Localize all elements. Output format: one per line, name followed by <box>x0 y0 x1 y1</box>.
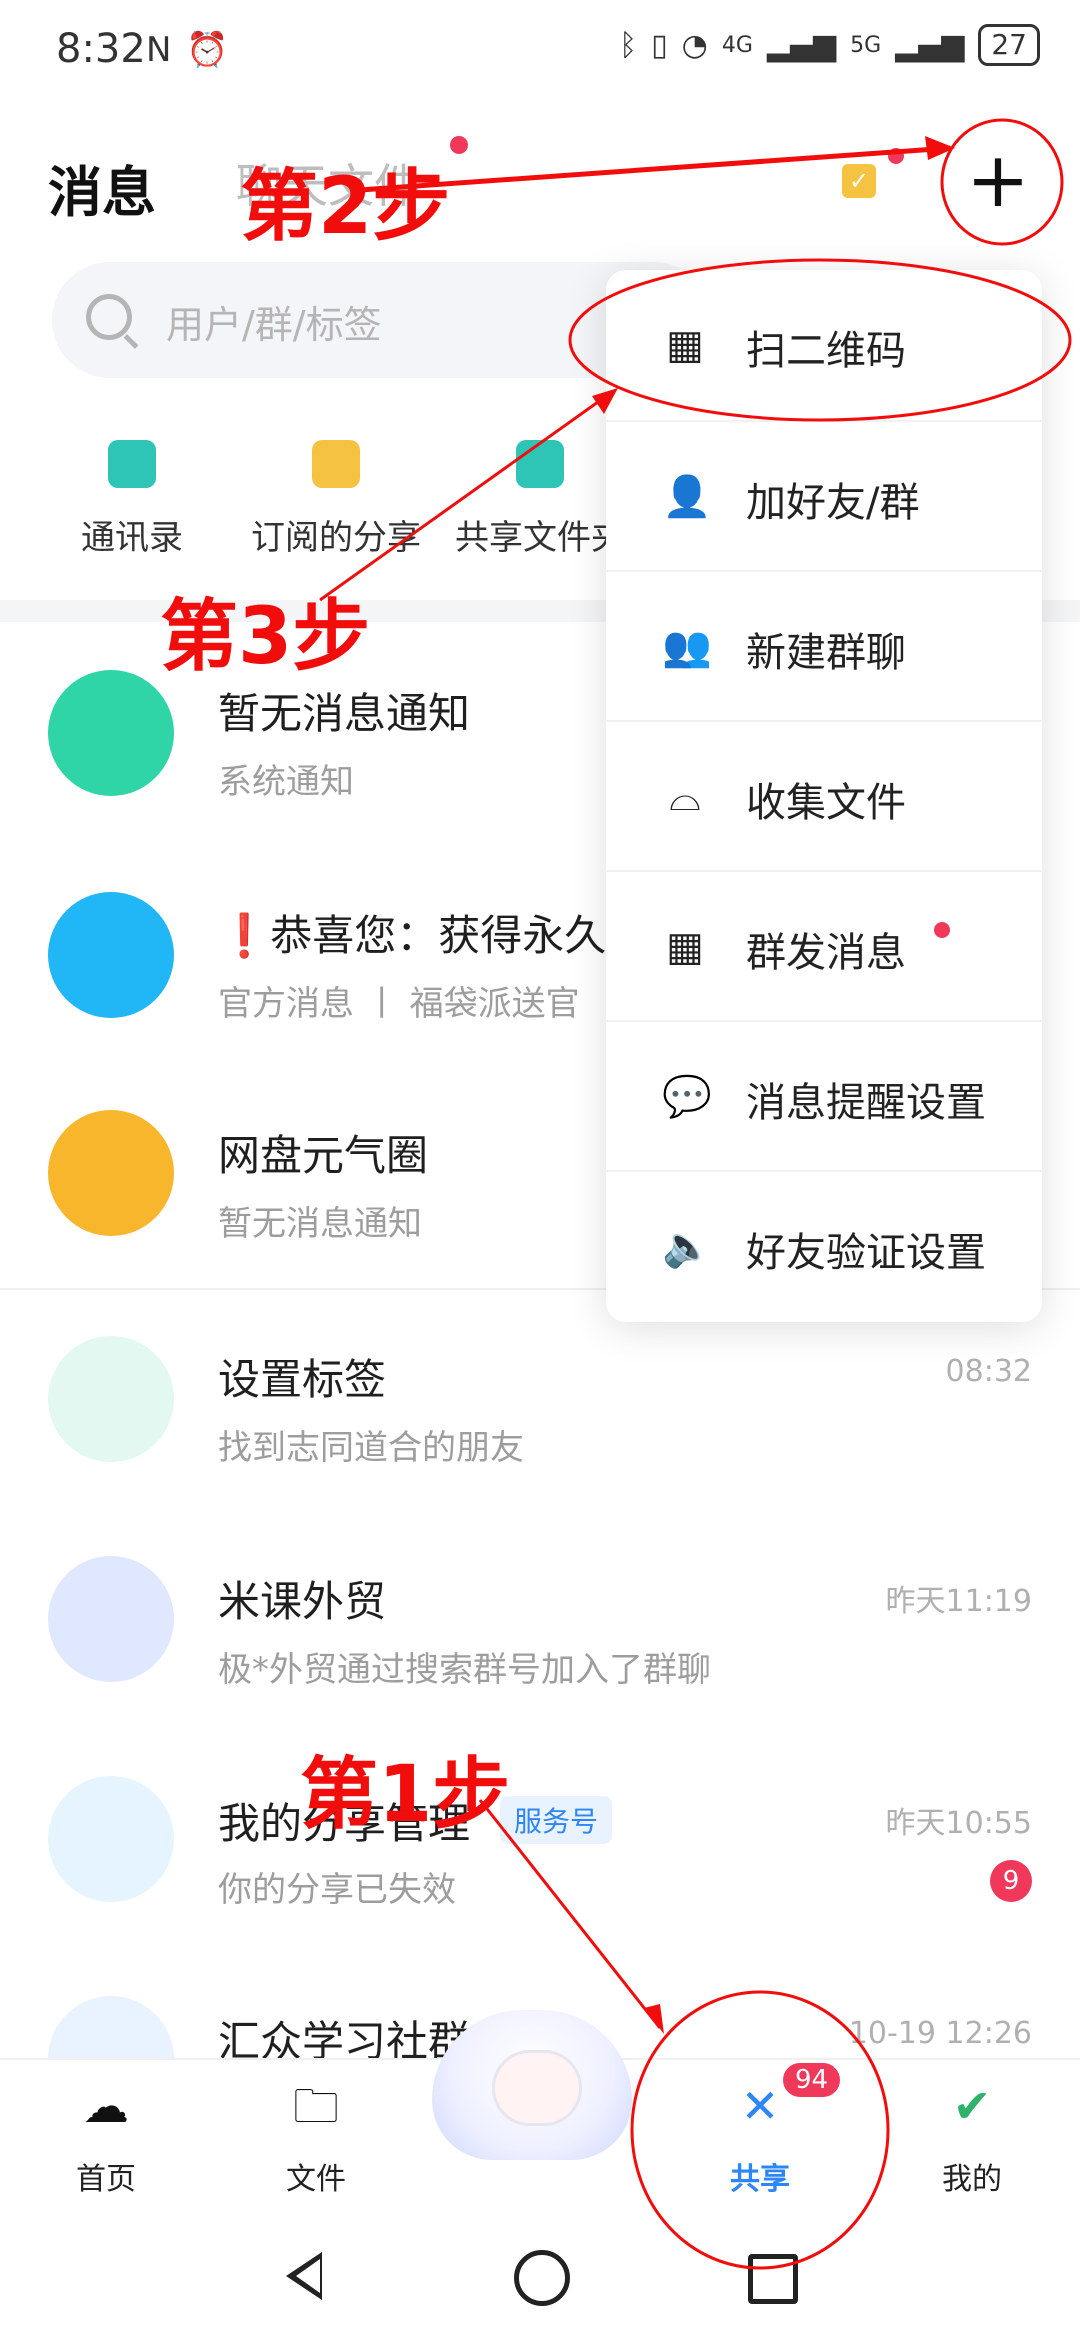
signal-5g-label: 5G <box>850 32 882 58</box>
nav-label: 文件 <box>286 2162 346 2197</box>
list-item[interactable]: 我的分享管理 你的分享已失效 昨天10:55 9 <box>0 1740 1080 1950</box>
menu-label: 好友验证设置 <box>746 1230 986 1276</box>
arrowhead-step2 <box>925 136 955 160</box>
message-subtitle: 极*外贸通过搜索群号加入了群聊 <box>218 1650 711 1690</box>
nav-home[interactable]: ☁ 首页 <box>36 2078 176 2198</box>
speaker-icon: 🔈 <box>662 1224 712 1270</box>
group-avatar <box>48 1996 174 2058</box>
message-subtitle: 官方消息 丨 福袋派送官 <box>218 984 580 1024</box>
battery-indicator: 27 <box>978 24 1040 66</box>
quick-label: 通讯录 <box>81 518 183 558</box>
message-time: 昨天11:19 <box>885 1584 1032 1619</box>
menu-item-add-friend[interactable]: 👤 加好友/群 <box>606 420 1042 572</box>
nav-profile[interactable]: ✔ 我的 <box>902 2078 1042 2198</box>
nfc-icon: N <box>146 30 172 70</box>
system-back-button[interactable] <box>286 2252 322 2300</box>
system-home-button[interactable] <box>514 2250 570 2306</box>
menu-item-scan-qr[interactable]: ▦ 扫二维码 <box>606 270 1042 420</box>
annotation-step1: 第1步 <box>300 1750 511 1840</box>
status-time: 8:32 <box>56 26 146 72</box>
menu-item-notification-settings[interactable]: 💬 消息提醒设置 <box>606 1020 1042 1172</box>
bluetooth-icon: ᛒ <box>619 27 638 63</box>
annotation-step2: 第2步 <box>240 162 451 252</box>
status-icons: ᛒ ▯ ◔ 4G ▂▄▆ 5G ▂▄▆ 27 <box>619 24 1040 66</box>
message-title: 网盘元气圈 <box>218 1131 429 1180</box>
wifi-icon: ◔ <box>681 27 708 63</box>
nav-files[interactable]: 🗀 文件 <box>246 2078 386 2198</box>
menu-label: 消息提醒设置 <box>746 1080 986 1126</box>
quick-contacts[interactable]: 通讯录 <box>32 440 232 559</box>
annotation-step3: 第3步 <box>160 592 371 682</box>
notification-dot <box>450 136 468 154</box>
message-time: 10-19 12:26 <box>848 2016 1032 2051</box>
quick-subscribed-shares[interactable]: 订阅的分享 <box>236 440 436 559</box>
collect-file-icon: ⌓ <box>669 774 701 820</box>
system-recents-button[interactable] <box>748 2254 798 2304</box>
bell-icon <box>48 670 174 796</box>
menu-label: 加好友/群 <box>746 480 920 526</box>
message-title: 汇众学习社群 <box>218 2017 471 2058</box>
menu-label: 新建群聊 <box>746 630 906 676</box>
chat-bubble-icon: 💬 <box>662 1074 712 1120</box>
smile-icon <box>48 1110 174 1236</box>
message-subtitle: 系统通知 <box>218 762 354 802</box>
message-subtitle: 找到志同道合的朋友 <box>218 1428 524 1468</box>
menu-label: 扫二维码 <box>746 328 906 374</box>
message-subtitle: 暂无消息通知 <box>218 1204 422 1244</box>
group-chat-icon: 👥 <box>662 624 712 670</box>
list-item[interactable]: 米课外贸 极*外贸通过搜索群号加入了群聊 昨天11:19 <box>0 1518 1080 1728</box>
signal-4g-label: 4G <box>721 32 753 58</box>
signal-icon: ▂▄▆ <box>766 27 837 63</box>
search-icon <box>86 294 132 340</box>
message-title: 设置标签 <box>218 1355 387 1404</box>
alarm-icon: ⏰ <box>186 30 229 70</box>
menu-item-broadcast[interactable]: ▦ 群发消息 <box>606 870 1042 1022</box>
cloud-icon: ☁ <box>83 2079 129 2133</box>
add-menu-dropdown: ▦ 扫二维码 👤 加好友/群 👥 新建群聊 ⌓ 收集文件 ▦ 群发消息 💬 消息… <box>606 270 1042 1322</box>
menu-item-friend-verification[interactable]: 🔈 好友验证设置 <box>606 1170 1042 1322</box>
grid-icon: ▦ <box>666 924 704 970</box>
menu-item-new-group[interactable]: 👥 新建群聊 <box>606 570 1042 722</box>
group-avatar <box>48 1556 174 1682</box>
nav-label: 我的 <box>942 2162 1002 2197</box>
message-title: ❗恭喜您：获得永久 <box>218 911 607 960</box>
menu-label: 群发消息 <box>746 930 906 976</box>
menu-item-collect-files[interactable]: ⌓ 收集文件 <box>606 720 1042 872</box>
mascot-face <box>492 2050 582 2126</box>
qrcode-icon: ▦ <box>666 322 704 368</box>
profile-logo-icon: ✔ <box>952 2079 992 2133</box>
message-title: 暂无消息通知 <box>218 689 471 738</box>
notification-dot <box>934 922 950 938</box>
shared-folder-icon <box>516 440 564 488</box>
folder-icon: 🗀 <box>293 2079 339 2133</box>
message-title: 米课外贸 <box>218 1577 387 1626</box>
share-badge: 94 <box>780 2060 844 2100</box>
nav-label: 首页 <box>76 2162 136 2197</box>
nav-label: 共享 <box>730 2162 790 2197</box>
quick-label: 订阅的分享 <box>251 518 421 558</box>
share-x-icon: ✕ <box>740 2079 780 2133</box>
message-subtitle: 你的分享已失效 <box>218 1870 456 1910</box>
mail-icon <box>48 892 174 1018</box>
page-title[interactable]: 消息 <box>48 148 156 227</box>
add-friend-icon: 👤 <box>662 474 712 520</box>
unread-badge: 9 <box>990 1860 1032 1902</box>
menu-label: 收集文件 <box>746 780 906 826</box>
tag-icon <box>48 1336 174 1462</box>
list-item[interactable]: 设置标签 找到志同道合的朋友 08:32 <box>0 1296 1080 1506</box>
share-icon <box>48 1776 174 1902</box>
search-input[interactable]: 用户/群/标签 <box>166 294 382 349</box>
message-time: 昨天10:55 <box>885 1806 1032 1841</box>
add-menu-button[interactable]: + <box>956 140 1040 224</box>
contacts-icon <box>108 440 156 488</box>
service-account-tag: 服务号 <box>500 1796 613 1844</box>
task-icon[interactable]: ✓ <box>842 164 876 198</box>
vibrate-icon: ▯ <box>651 27 668 63</box>
bookmark-icon <box>312 440 360 488</box>
notification-dot <box>888 148 904 164</box>
signal-icon: ▂▄▆ <box>895 27 965 63</box>
message-time: 08:32 <box>945 1354 1032 1389</box>
